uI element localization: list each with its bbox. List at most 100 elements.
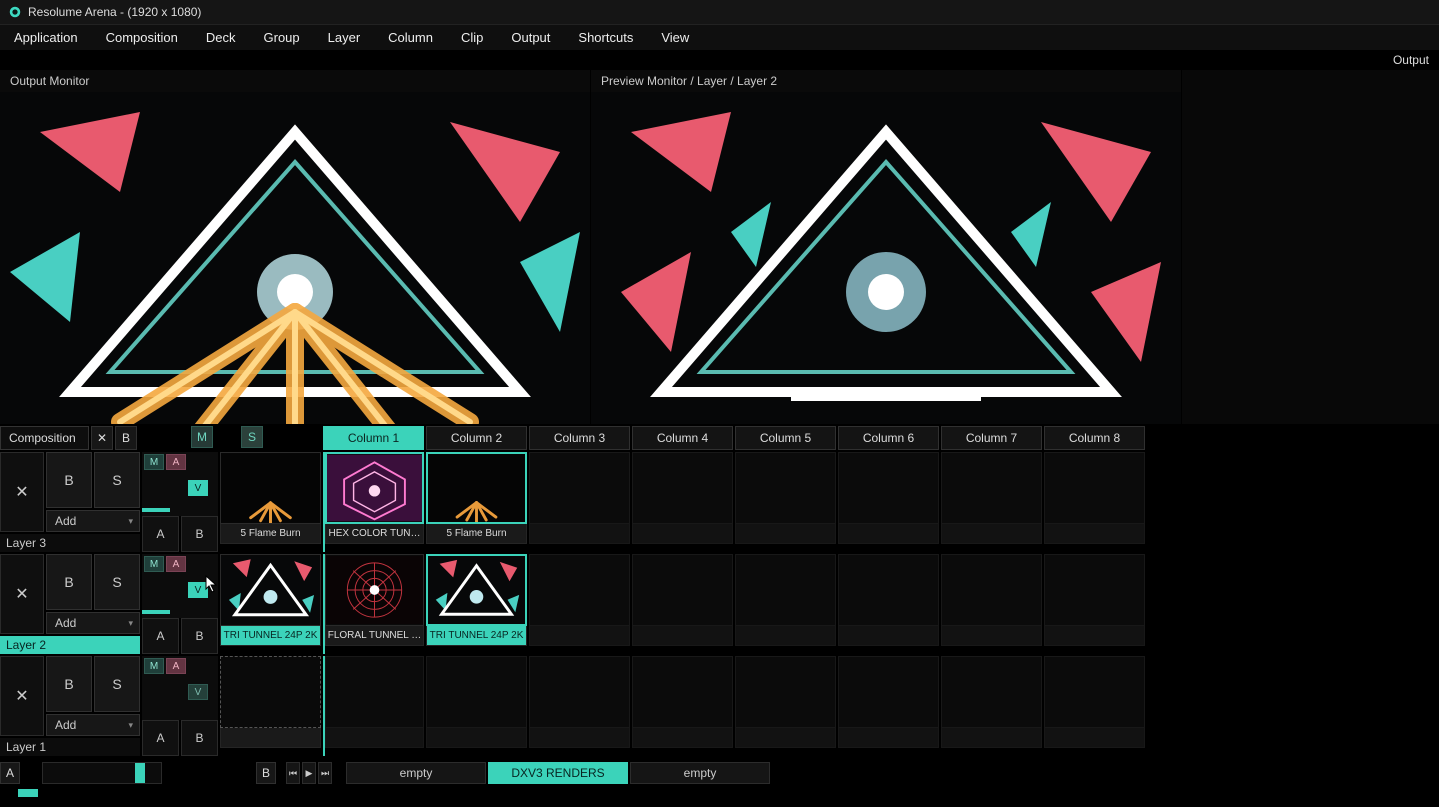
layer-bus-a-button[interactable]: A [142,618,179,654]
layer-close-button[interactable]: ✕ [0,656,44,736]
deck-b-button[interactable]: B [256,762,276,784]
empty-clip-slot[interactable] [941,452,1042,524]
transport-prev-button[interactable]: ⏮ [286,762,300,784]
layer-m-toggle[interactable]: M [144,658,164,674]
output-label[interactable]: Output [1393,53,1429,67]
preview-monitor-view[interactable] [591,92,1181,424]
composition-mute-button[interactable]: M [191,426,213,448]
clip-thumbnail[interactable] [325,452,424,524]
column-4-button[interactable]: Column 4 [632,426,733,450]
empty-clip-slot[interactable] [941,656,1042,728]
menu-group[interactable]: Group [250,30,314,45]
empty-clip-slot[interactable] [426,656,527,728]
layer-opacity-slider[interactable] [142,610,170,614]
clip-thumbnail[interactable] [426,452,527,524]
empty-clip-slot[interactable] [838,554,939,626]
layer-b-button[interactable]: B [46,554,92,610]
layer-b-button[interactable]: B [46,656,92,712]
column-3-button[interactable]: Column 3 [529,426,630,450]
empty-clip-slot[interactable] [529,554,630,626]
layer-a-toggle[interactable]: A [166,556,186,572]
empty-clip-slot[interactable] [838,656,939,728]
composition-solo-button[interactable]: S [241,426,263,448]
layer-m-toggle[interactable]: M [144,454,164,470]
layer-s-button[interactable]: S [94,554,140,610]
transport-next-button[interactable]: ⏭ [318,762,332,784]
layer-s-button[interactable]: S [94,656,140,712]
menu-column[interactable]: Column [374,30,447,45]
clip-thumbnail[interactable] [426,554,527,626]
menu-output[interactable]: Output [497,30,564,45]
empty-clip-slot[interactable] [632,656,733,728]
deck-crossfader[interactable] [42,762,162,784]
layer-m-toggle[interactable]: M [144,556,164,572]
layer-v-toggle[interactable]: V [188,684,208,700]
empty-clip-slot[interactable] [838,452,939,524]
deck-tab-0[interactable]: empty [346,762,486,784]
clip-label [426,728,527,748]
deck-tab-1[interactable]: DXV3 RENDERS [488,762,628,784]
layer-bus-b-button[interactable]: B [181,516,218,552]
column-6-button[interactable]: Column 6 [838,426,939,450]
clip-thumbnail[interactable] [325,554,424,626]
empty-clip-slot[interactable] [941,554,1042,626]
empty-clip-slot[interactable] [632,554,733,626]
composition-label[interactable]: Composition [0,426,89,450]
clip-label [941,626,1042,646]
menu-layer[interactable]: Layer [314,30,375,45]
menu-view[interactable]: View [647,30,703,45]
layer-bus-b-button[interactable]: B [181,720,218,756]
layer-close-button[interactable]: ✕ [0,554,44,634]
crossfader-handle[interactable] [135,763,145,783]
empty-clip-slot[interactable] [529,452,630,524]
layer-v-toggle[interactable]: V [188,480,208,496]
layer-preview-clip[interactable] [220,452,321,524]
layer-name-label[interactable]: Layer 3 [0,534,140,552]
menu-clip[interactable]: Clip [447,30,497,45]
transport-play-button[interactable]: ▶ [302,762,316,784]
empty-clip-slot[interactable] [529,656,630,728]
column-8-button[interactable]: Column 8 [1044,426,1145,450]
deck-tab-2[interactable]: empty [630,762,770,784]
column-7-button[interactable]: Column 7 [941,426,1042,450]
menu-composition[interactable]: Composition [92,30,192,45]
layer-blend-dropdown[interactable]: Add [46,510,140,532]
layer-bus-a-button[interactable]: A [142,516,179,552]
layer-bus-b-button[interactable]: B [181,618,218,654]
empty-clip-slot[interactable] [632,452,733,524]
layer-name-label[interactable]: Layer 2 [0,636,140,654]
layer-b-button[interactable]: B [46,452,92,508]
layer-bus-a-button[interactable]: A [142,720,179,756]
menu-deck[interactable]: Deck [192,30,250,45]
clip-label [735,728,836,748]
layer-s-button[interactable]: S [94,452,140,508]
layer-block-layer-3: ✕BSAddLayer 3MAVAB5 Flame BurnHEX COLOR … [0,452,1439,552]
menu-application[interactable]: Application [0,30,92,45]
layer-blend-dropdown[interactable]: Add [46,612,140,634]
output-monitor-view[interactable] [0,92,590,424]
empty-clip-slot[interactable] [1044,452,1145,524]
layer-blend-dropdown[interactable]: Add [46,714,140,736]
clip-label [529,524,630,544]
empty-clip-slot[interactable] [325,656,424,728]
layer-a-toggle[interactable]: A [166,658,186,674]
empty-clip-slot[interactable] [735,656,836,728]
layer-a-toggle[interactable]: A [166,454,186,470]
layer-preview-empty[interactable] [220,656,321,728]
composition-b-button[interactable]: B [115,426,137,450]
layer-opacity-slider[interactable] [142,508,170,512]
empty-clip-slot[interactable] [1044,554,1145,626]
empty-clip-slot[interactable] [735,452,836,524]
column-5-button[interactable]: Column 5 [735,426,836,450]
menu-shortcuts[interactable]: Shortcuts [564,30,647,45]
preview-monitor-label: Preview Monitor / Layer / Layer 2 [591,70,1181,92]
deck-a-button[interactable]: A [0,762,20,784]
layer-preview-clip[interactable] [220,554,321,626]
layer-name-label[interactable]: Layer 1 [0,738,140,756]
empty-clip-slot[interactable] [735,554,836,626]
column-2-button[interactable]: Column 2 [426,426,527,450]
empty-clip-slot[interactable] [1044,656,1145,728]
column-1-button[interactable]: Column 1 [323,426,424,450]
layer-close-button[interactable]: ✕ [0,452,44,532]
composition-close-button[interactable]: ✕ [91,426,113,450]
